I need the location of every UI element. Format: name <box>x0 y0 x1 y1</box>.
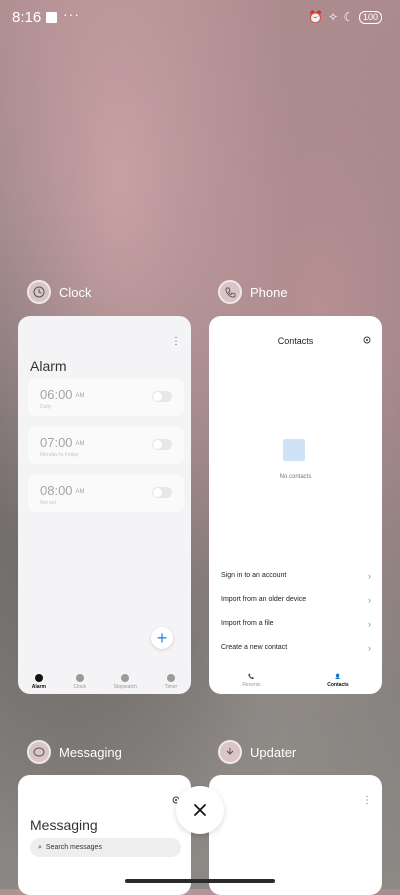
page-title: Messaging <box>30 817 98 833</box>
notification-icon <box>46 12 57 23</box>
contact-placeholder-icon <box>283 439 305 461</box>
tab-bar: Alarm Clock Stopwatch Timer <box>18 674 191 690</box>
phone-icon: 📞 <box>248 674 255 680</box>
tab-alarm: Alarm <box>32 674 46 690</box>
updater-app-icon <box>218 740 242 764</box>
app-card-updater[interactable]: ⋮ <box>209 775 382 895</box>
app-name: Phone <box>250 284 288 300</box>
more-options-icon: ⋮ <box>362 795 372 806</box>
close-all-button[interactable] <box>176 786 224 834</box>
list-item: 06:00 AM Daily <box>28 378 184 416</box>
app-label-clock[interactable]: Clock <box>27 280 92 304</box>
messaging-app-icon <box>27 740 51 764</box>
tab-contacts: 👤 Contacts <box>327 674 349 688</box>
alarm-toggle <box>152 439 172 450</box>
more-options-icon: ⋮ <box>171 336 181 347</box>
empty-state-text: No contacts <box>279 474 312 480</box>
tab-timer: Timer <box>165 674 177 690</box>
app-name: Messaging <box>59 744 122 760</box>
alarm-time: 08:00 AM <box>40 483 85 498</box>
list-item: Import from a file › <box>221 619 371 629</box>
status-icons: ⏰ ✧ ☾ 100 <box>308 10 382 24</box>
alarm-repeat: Monday to Friday <box>40 452 79 458</box>
alarm-off-icon: ⏰ <box>308 10 324 24</box>
hourglass-icon <box>166 674 175 682</box>
page-title: Alarm <box>30 358 67 374</box>
sparkle-icon: ✧ <box>328 10 339 24</box>
tab-stopwatch: Stopwatch <box>114 674 137 690</box>
person-icon: 👤 <box>334 674 342 680</box>
status-time: 8:16 <box>12 9 42 26</box>
alarm-icon <box>34 674 43 682</box>
app-name: Updater <box>250 744 297 760</box>
moon-icon: ☾ <box>343 10 354 24</box>
list-item: Create a new contact › <box>221 643 371 653</box>
app-card-clock[interactable]: ⋮ Alarm 06:00 AM Daily 07:00 AM Monday to … <box>18 316 191 694</box>
tab-recents: 📞 Recents <box>242 674 261 688</box>
page-title: Contacts <box>277 336 314 346</box>
app-name: Clock <box>59 284 92 300</box>
phone-app-icon <box>218 280 242 304</box>
add-alarm-icon: + <box>151 627 173 649</box>
list-item: Sign in to an account › <box>221 571 371 581</box>
app-label-updater[interactable]: Updater <box>218 740 296 764</box>
search-icon: ⌕ <box>38 843 42 851</box>
home-indicator[interactable] <box>125 879 275 883</box>
alarm-toggle <box>152 487 172 498</box>
list-item: 08:00 AM Not set <box>28 474 184 512</box>
status-bar: 8:16 ··· ⏰ ✧ ☾ 100 <box>0 0 400 36</box>
tab-bar: 📞 Recents 👤 Contacts <box>209 674 382 688</box>
clock-icon <box>75 674 84 682</box>
tab-clock: Clock <box>74 674 86 690</box>
alarm-toggle <box>152 391 172 402</box>
alarm-repeat: Daily <box>40 404 52 410</box>
alarm-time: 06:00 AM <box>40 387 85 402</box>
alarm-time: 07:00 AM <box>40 435 85 450</box>
alarm-repeat: Not set <box>40 500 56 506</box>
clock-app-icon <box>27 280 51 304</box>
list-item: 07:00 AM Monday to Friday <box>28 426 184 464</box>
app-label-messaging[interactable]: Messaging <box>27 740 122 764</box>
list-item: Import from an older device › <box>221 595 371 605</box>
settings-gear-icon <box>363 336 371 344</box>
chevron-right-icon: › <box>368 643 371 653</box>
close-icon <box>194 804 206 816</box>
battery-icon: 100 <box>358 10 382 24</box>
app-card-phone[interactable]: Contacts No contacts Sign in to an accou… <box>209 316 382 694</box>
app-label-phone[interactable]: Phone <box>218 280 288 304</box>
chevron-right-icon: › <box>368 595 371 605</box>
chevron-right-icon: › <box>368 619 371 629</box>
search-input: ⌕ Search messages <box>30 838 181 857</box>
chevron-right-icon: › <box>368 571 371 581</box>
more-notifications-icon: ··· <box>63 6 80 22</box>
stopwatch-icon <box>121 674 130 682</box>
app-card-messaging[interactable]: Messaging ⌕ Search messages <box>18 775 191 895</box>
